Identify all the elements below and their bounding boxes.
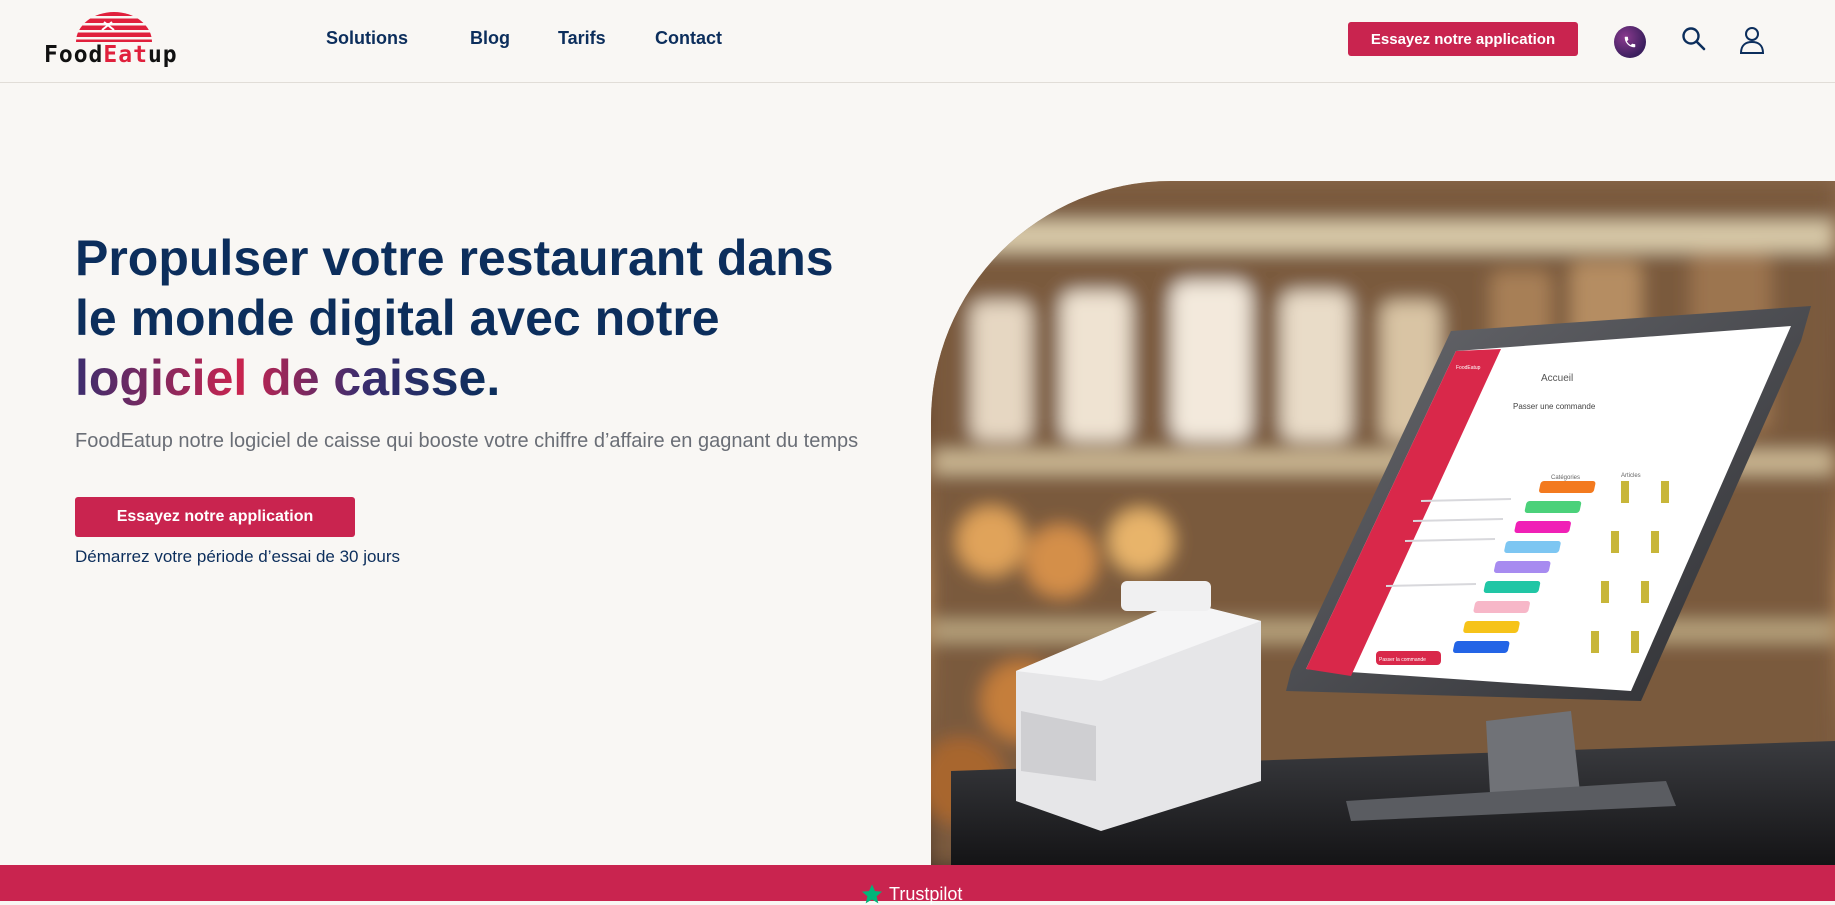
trustpilot-badge[interactable]: Trustpilot [861,883,962,905]
star-icon [861,884,883,904]
hero-title-line1: Propulser votre restaurant dans [75,230,834,286]
pos-terminal-illustration: Accueil Passer une commande Catégories A… [931,181,1835,865]
screen-title: Accueil [1541,373,1573,384]
trustpilot-label: Trustpilot [889,883,963,904]
phone-button[interactable] [1614,26,1646,58]
search-icon [1682,27,1706,51]
search-button[interactable] [1681,26,1707,57]
phone-icon [1624,36,1636,48]
account-button[interactable] [1739,26,1765,59]
nav-blog[interactable]: Blog [470,28,510,49]
nav-contact[interactable]: Contact [655,28,722,49]
top-header: FoodEatup Solutions Blog Tarifs Contact … [0,0,1835,83]
screen-brand: FoodEatup [1456,365,1481,371]
try-app-header-button[interactable]: Essayez notre application [1348,22,1578,56]
logo-dome-icon [74,12,154,42]
user-icon [1739,27,1765,54]
hero-title-line2: le monde digital avec notre [75,290,720,346]
hero-title-end: . [486,350,501,406]
screen-categories-label: Catégories [1551,475,1580,481]
screen-articles-label: Articles [1621,473,1641,479]
hero-subtitle: FoodEatup notre logiciel de caisse qui b… [75,430,859,452]
screen-order-button: Passer la commande [1379,657,1426,663]
nav-solutions[interactable]: Solutions [326,28,408,49]
try-app-hero-button[interactable]: Essayez notre application [75,497,355,537]
hero-title: Propulser votre restaurant dans le monde… [75,228,895,408]
hero-title-highlight: logiciel de caisse [75,350,487,406]
hero-pos-image: Accueil Passer une commande Catégories A… [931,181,1835,865]
screen-heading: Passer une commande [1513,402,1596,411]
nav-tarifs[interactable]: Tarifs [558,28,606,49]
trial-period-text: Démarrez votre période d’essai de 30 jou… [75,547,401,566]
foodeatup-logo[interactable]: FoodEatup [40,8,200,70]
logo-wordmark: FoodEatup [44,42,178,68]
